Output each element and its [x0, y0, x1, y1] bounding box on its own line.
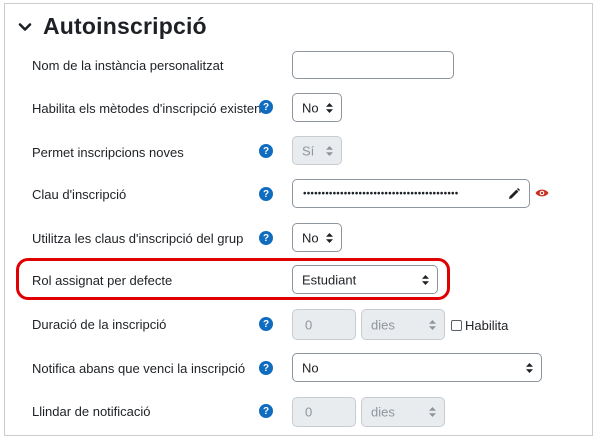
question-circle-icon[interactable]: ?: [259, 404, 273, 418]
duration-unit-value: dies: [371, 317, 395, 332]
group-keys-label: Utilitza les claus d'inscripció del grup: [32, 231, 244, 246]
notify-value: No: [302, 360, 319, 375]
notify-label: Notifica abans que venci la inscripció: [32, 361, 246, 376]
instance-name-label: Nom de la instància personalitzat: [32, 58, 224, 73]
duration-number-input[interactable]: 0: [292, 309, 356, 340]
select-arrows-icon: [326, 232, 333, 243]
select-arrows-icon: [429, 407, 436, 417]
allow-new-label: Permet inscripcions noves: [32, 145, 184, 160]
question-circle-icon[interactable]: ?: [259, 361, 273, 375]
question-circle-icon[interactable]: ?: [259, 231, 273, 245]
enable-existing-select[interactable]: No: [292, 93, 342, 122]
select-arrows-icon: [326, 145, 333, 156]
enrolment-key-label: Clau d'inscripció: [32, 187, 127, 202]
threshold-unit-value: dies: [371, 404, 395, 420]
duration-enable-checkbox[interactable]: Habilita: [451, 318, 508, 333]
instance-name-input[interactable]: [292, 51, 454, 79]
chevron-down-icon[interactable]: [18, 20, 32, 34]
allow-new-select[interactable]: Sí: [292, 136, 342, 165]
select-arrows-icon: [526, 362, 533, 373]
duration-enable-label: Habilita: [465, 318, 509, 333]
section-header[interactable]: Autoinscripció: [18, 13, 207, 40]
question-circle-icon[interactable]: ?: [259, 317, 273, 331]
duration-label: Duració de la inscripció: [32, 317, 167, 332]
threshold-label: Llindar de notificació: [32, 404, 151, 419]
select-arrows-icon: [326, 102, 333, 113]
eye-icon[interactable]: [535, 188, 549, 198]
enable-existing-value: No: [302, 100, 319, 115]
section-title: Autoinscripció: [43, 13, 207, 39]
threshold-unit-select[interactable]: dies: [361, 397, 445, 427]
select-arrows-icon: [429, 319, 436, 330]
question-circle-icon[interactable]: ?: [259, 100, 273, 114]
notify-select[interactable]: No: [292, 353, 542, 382]
question-circle-icon[interactable]: ?: [259, 144, 273, 158]
highlight-annotation: [16, 258, 450, 300]
group-keys-value: No: [302, 230, 319, 245]
group-keys-select[interactable]: No: [292, 223, 342, 252]
pencil-icon[interactable]: [508, 187, 520, 200]
enrolment-key-input[interactable]: ••••••••••••••••••••••••••••••••••••••••…: [292, 179, 530, 208]
threshold-number-input[interactable]: 0: [292, 397, 356, 427]
duration-unit-select[interactable]: dies: [361, 309, 445, 340]
question-circle-icon[interactable]: ?: [259, 187, 273, 201]
enable-existing-label: Habilita els mètodes d'inscripció existe…: [32, 101, 272, 116]
checkbox-box[interactable]: [451, 320, 462, 331]
duration-number-value: 0: [305, 317, 313, 332]
allow-new-value: Sí: [302, 143, 315, 158]
threshold-number-value: 0: [305, 404, 313, 420]
enrolment-key-masked: ••••••••••••••••••••••••••••••••••••••••…: [303, 188, 459, 199]
